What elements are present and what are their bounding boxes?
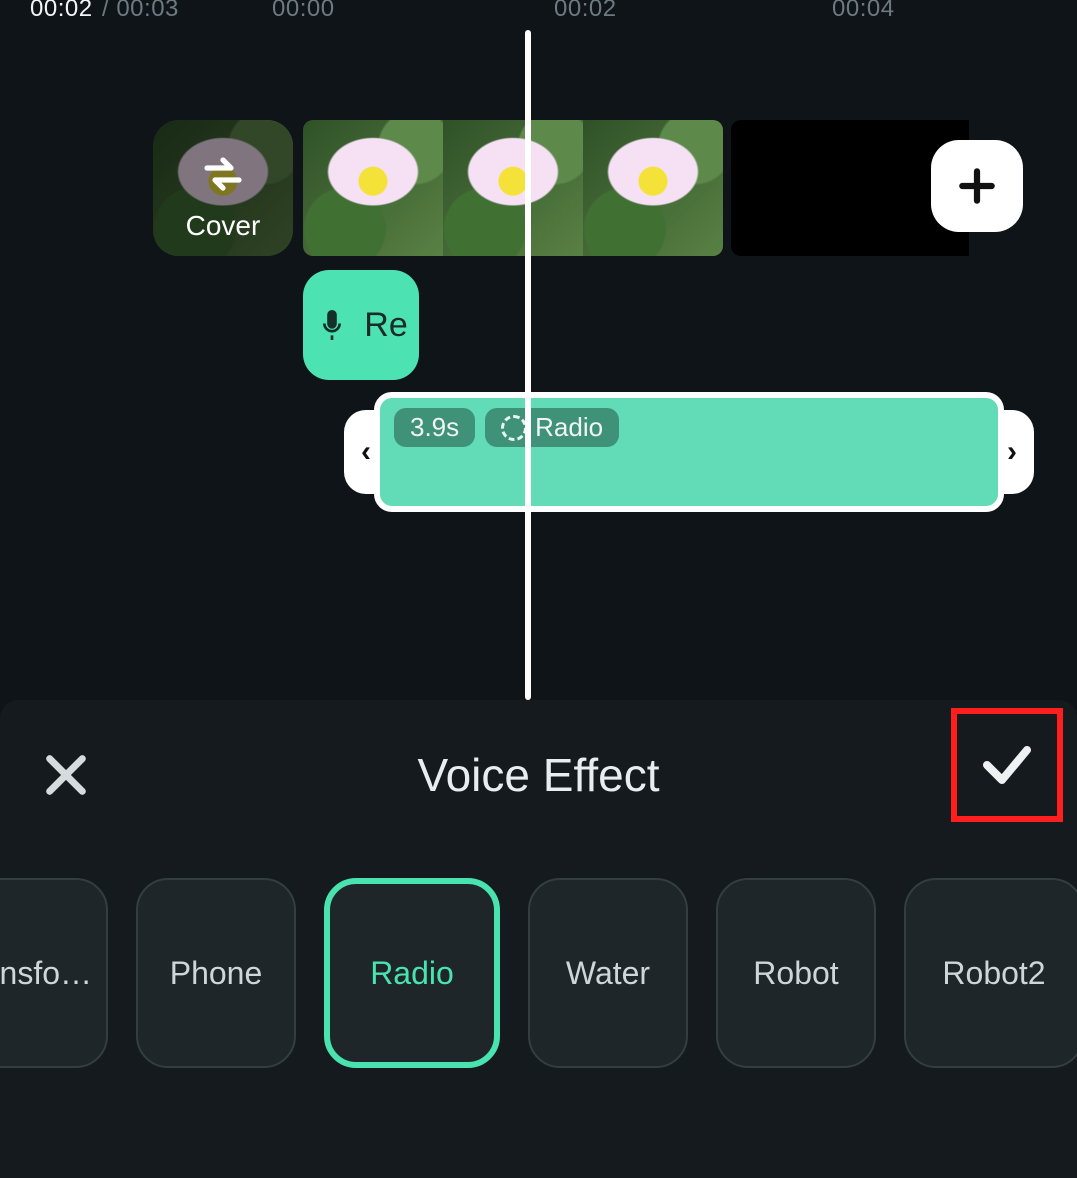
- effect-option-phone[interactable]: Phone: [136, 878, 296, 1068]
- voice-effect-sheet: Voice Effect ansfo… Phone Radio Water Ro…: [0, 700, 1077, 1178]
- cover-button[interactable]: Cover: [153, 120, 293, 256]
- playhead-time: 00:02: [30, 0, 93, 23]
- record-label: Re: [364, 306, 407, 345]
- highlight-box: [951, 708, 1063, 822]
- confirm-button[interactable]: [977, 735, 1037, 795]
- cover-label: Cover: [153, 210, 293, 242]
- sheet-title: Voice Effect: [417, 748, 659, 802]
- add-clip-button[interactable]: [931, 140, 1023, 232]
- microphone-icon: [314, 307, 350, 343]
- effects-list[interactable]: ansfo… Phone Radio Water Robot Robot2: [0, 878, 1077, 1068]
- time-ruler: 00:02 / 00:03 00:00 00:02 00:04: [0, 0, 1077, 24]
- timeline-area[interactable]: Cover Re ‹ 3.9s Radio: [0, 30, 1077, 700]
- total-time: / 00:03: [102, 0, 179, 23]
- record-clip[interactable]: Re: [303, 270, 419, 380]
- effect-option-radio[interactable]: Radio: [324, 878, 500, 1068]
- effect-option-robot[interactable]: Robot: [716, 878, 876, 1068]
- swap-icon: [199, 150, 247, 198]
- audio-clip[interactable]: ‹ 3.9s Radio ›: [374, 392, 1004, 512]
- close-button[interactable]: [38, 747, 94, 803]
- effect-badge: Radio: [485, 408, 619, 447]
- ruler-mark: 00:02: [554, 0, 617, 23]
- effect-icon: [501, 415, 527, 441]
- effect-option-transform[interactable]: ansfo…: [0, 878, 108, 1068]
- ruler-mark: 00:00: [272, 0, 335, 23]
- duration-badge: 3.9s: [394, 408, 475, 447]
- effect-option-water[interactable]: Water: [528, 878, 688, 1068]
- effect-option-robot2[interactable]: Robot2: [904, 878, 1077, 1068]
- playhead[interactable]: [525, 30, 531, 700]
- ruler-mark: 00:04: [832, 0, 895, 23]
- video-clip[interactable]: [303, 120, 723, 256]
